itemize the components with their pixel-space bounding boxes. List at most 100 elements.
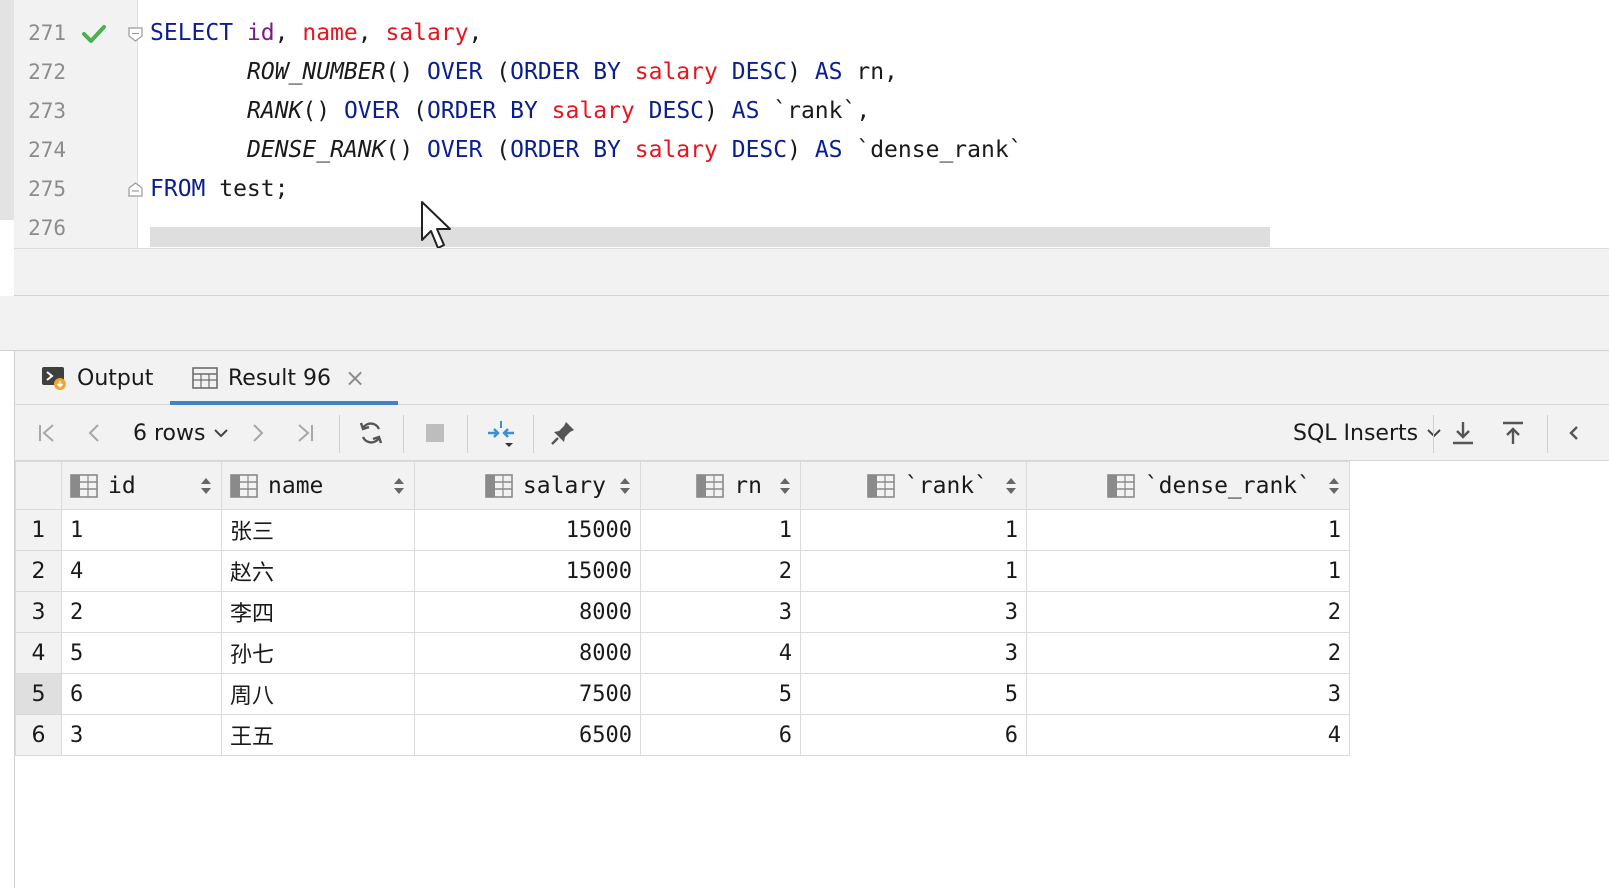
cell-salary[interactable]: 7500 (414, 673, 641, 715)
cell-salary[interactable]: 15000 (414, 509, 641, 551)
tab-output[interactable]: Output (41, 351, 153, 405)
cell-rank[interactable]: 3 (800, 591, 1027, 633)
table-row[interactable]: 1 1 张三 15000 1 1 1 (15, 509, 1350, 551)
column-header-id[interactable]: id (61, 461, 222, 510)
tab-result[interactable]: Result 96 × (170, 351, 398, 405)
table-row[interactable]: 6 3 王五 6500 6 6 4 (15, 714, 1350, 756)
cell-dense-rank[interactable]: 2 (1026, 591, 1350, 633)
fold-start-icon[interactable] (128, 27, 143, 42)
cell-id[interactable]: 4 (61, 550, 222, 592)
import-data-button[interactable] (1495, 415, 1531, 451)
download-icon (1453, 422, 1473, 445)
compare-arrows-icon (488, 421, 514, 447)
row-number[interactable]: 4 (15, 632, 62, 674)
column-icon (70, 473, 98, 498)
cell-rank[interactable]: 1 (800, 550, 1027, 592)
stop-button[interactable] (417, 415, 453, 451)
sql-editor[interactable]: 271 272 273 274 275 276 SELECT id, name,… (0, 0, 1609, 249)
sort-icon[interactable] (618, 476, 632, 496)
punct: ( (482, 59, 511, 85)
result-tabbar: Output Result 96 × (15, 351, 1609, 405)
next-page-button[interactable] (239, 415, 275, 451)
cell-salary[interactable]: 6500 (414, 714, 641, 756)
panel-splitter[interactable] (0, 296, 1609, 351)
more-options-button[interactable] (1559, 415, 1589, 451)
export-format-select[interactable]: SQL Inserts (1293, 415, 1442, 451)
cell-rank[interactable]: 6 (800, 714, 1027, 756)
punct: , (468, 20, 483, 46)
export-data-button[interactable] (1445, 415, 1481, 451)
keyword: FROM (150, 176, 206, 202)
cell-rank[interactable]: 5 (800, 673, 1027, 715)
punct: ) (704, 98, 732, 124)
table-row[interactable]: 3 2 李四 8000 3 3 2 (15, 591, 1350, 633)
horizontal-scrollbar[interactable] (150, 227, 1270, 247)
cell-id[interactable]: 2 (61, 591, 222, 633)
alias: `dense_rank` (842, 137, 1023, 163)
cell-id[interactable]: 5 (61, 632, 222, 674)
prev-page-button[interactable] (77, 415, 113, 451)
close-icon[interactable]: × (345, 366, 365, 390)
table-row[interactable]: 2 4 赵六 15000 2 1 1 (15, 550, 1350, 592)
cell-rn[interactable]: 1 (640, 509, 801, 551)
sort-icon[interactable] (199, 476, 213, 496)
cell-id[interactable]: 3 (61, 714, 222, 756)
last-page-button[interactable] (287, 415, 323, 451)
compare-button[interactable] (483, 415, 519, 451)
cell-name[interactable]: 李四 (221, 591, 415, 633)
refresh-button[interactable] (353, 415, 389, 451)
cell-rn[interactable]: 3 (640, 591, 801, 633)
table-row[interactable]: 4 5 孙七 8000 4 3 2 (15, 632, 1350, 674)
cell-dense-rank[interactable]: 1 (1026, 509, 1350, 551)
grid-corner[interactable] (15, 461, 62, 510)
cell-dense-rank[interactable]: 1 (1026, 550, 1350, 592)
cell-rn[interactable]: 4 (640, 632, 801, 674)
cell-id[interactable]: 6 (61, 673, 222, 715)
cell-dense-rank[interactable]: 4 (1026, 714, 1350, 756)
cell-rn[interactable]: 6 (640, 714, 801, 756)
cell-dense-rank[interactable]: 3 (1026, 673, 1350, 715)
cell-name[interactable]: 孙七 (221, 632, 415, 674)
cell-rank[interactable]: 3 (800, 632, 1027, 674)
check-icon (82, 25, 106, 43)
cell-id[interactable]: 1 (61, 509, 222, 551)
grid-header-row: id name salary rn `rank` `dense_rank` (15, 461, 1350, 510)
sort-icon[interactable] (1004, 476, 1018, 496)
cell-rn[interactable]: 2 (640, 550, 801, 592)
sort-icon[interactable] (392, 476, 406, 496)
cell-name[interactable]: 王五 (221, 714, 415, 756)
first-page-button[interactable] (29, 415, 65, 451)
pin-tab-button[interactable] (545, 415, 581, 451)
row-number[interactable]: 5 (15, 673, 62, 715)
table-row[interactable]: 5 6 周八 7500 5 5 3 (15, 673, 1350, 715)
upload-icon (1503, 421, 1523, 444)
sort-icon[interactable] (778, 476, 792, 496)
cell-salary[interactable]: 8000 (414, 632, 641, 674)
column-header-rank[interactable]: `rank` (800, 461, 1027, 510)
punct (635, 98, 649, 124)
column-header-salary[interactable]: salary (414, 461, 641, 510)
row-number[interactable]: 6 (15, 714, 62, 756)
fold-end-icon[interactable] (128, 182, 143, 197)
cell-salary[interactable]: 8000 (414, 591, 641, 633)
column-header-rn[interactable]: rn (640, 461, 801, 510)
cell-name[interactable]: 赵六 (221, 550, 415, 592)
cell-rn[interactable]: 5 (640, 673, 801, 715)
cell-rank[interactable]: 1 (800, 509, 1027, 551)
column-header-name[interactable]: name (221, 461, 415, 510)
code-area[interactable]: SELECT id, name, salary, ROW_NUMBER() OV… (150, 0, 1609, 248)
chevron-left-icon (1569, 426, 1578, 440)
column-header-dense-rank[interactable]: `dense_rank` (1026, 461, 1350, 510)
result-grid[interactable]: id name salary rn `rank` `dense_rank` 1 … (15, 461, 1350, 756)
function: ROW_NUMBER (247, 59, 386, 85)
row-number[interactable]: 2 (15, 550, 62, 592)
cell-salary[interactable]: 15000 (414, 550, 641, 592)
cell-name[interactable]: 周八 (221, 673, 415, 715)
rows-count-select[interactable]: 6 rows (133, 415, 229, 451)
cell-dense-rank[interactable]: 2 (1026, 632, 1350, 674)
row-number[interactable]: 1 (15, 509, 62, 551)
sort-icon[interactable] (1327, 476, 1341, 496)
chevron-left-icon (88, 424, 99, 442)
cell-name[interactable]: 张三 (221, 509, 415, 551)
row-number[interactable]: 3 (15, 591, 62, 633)
